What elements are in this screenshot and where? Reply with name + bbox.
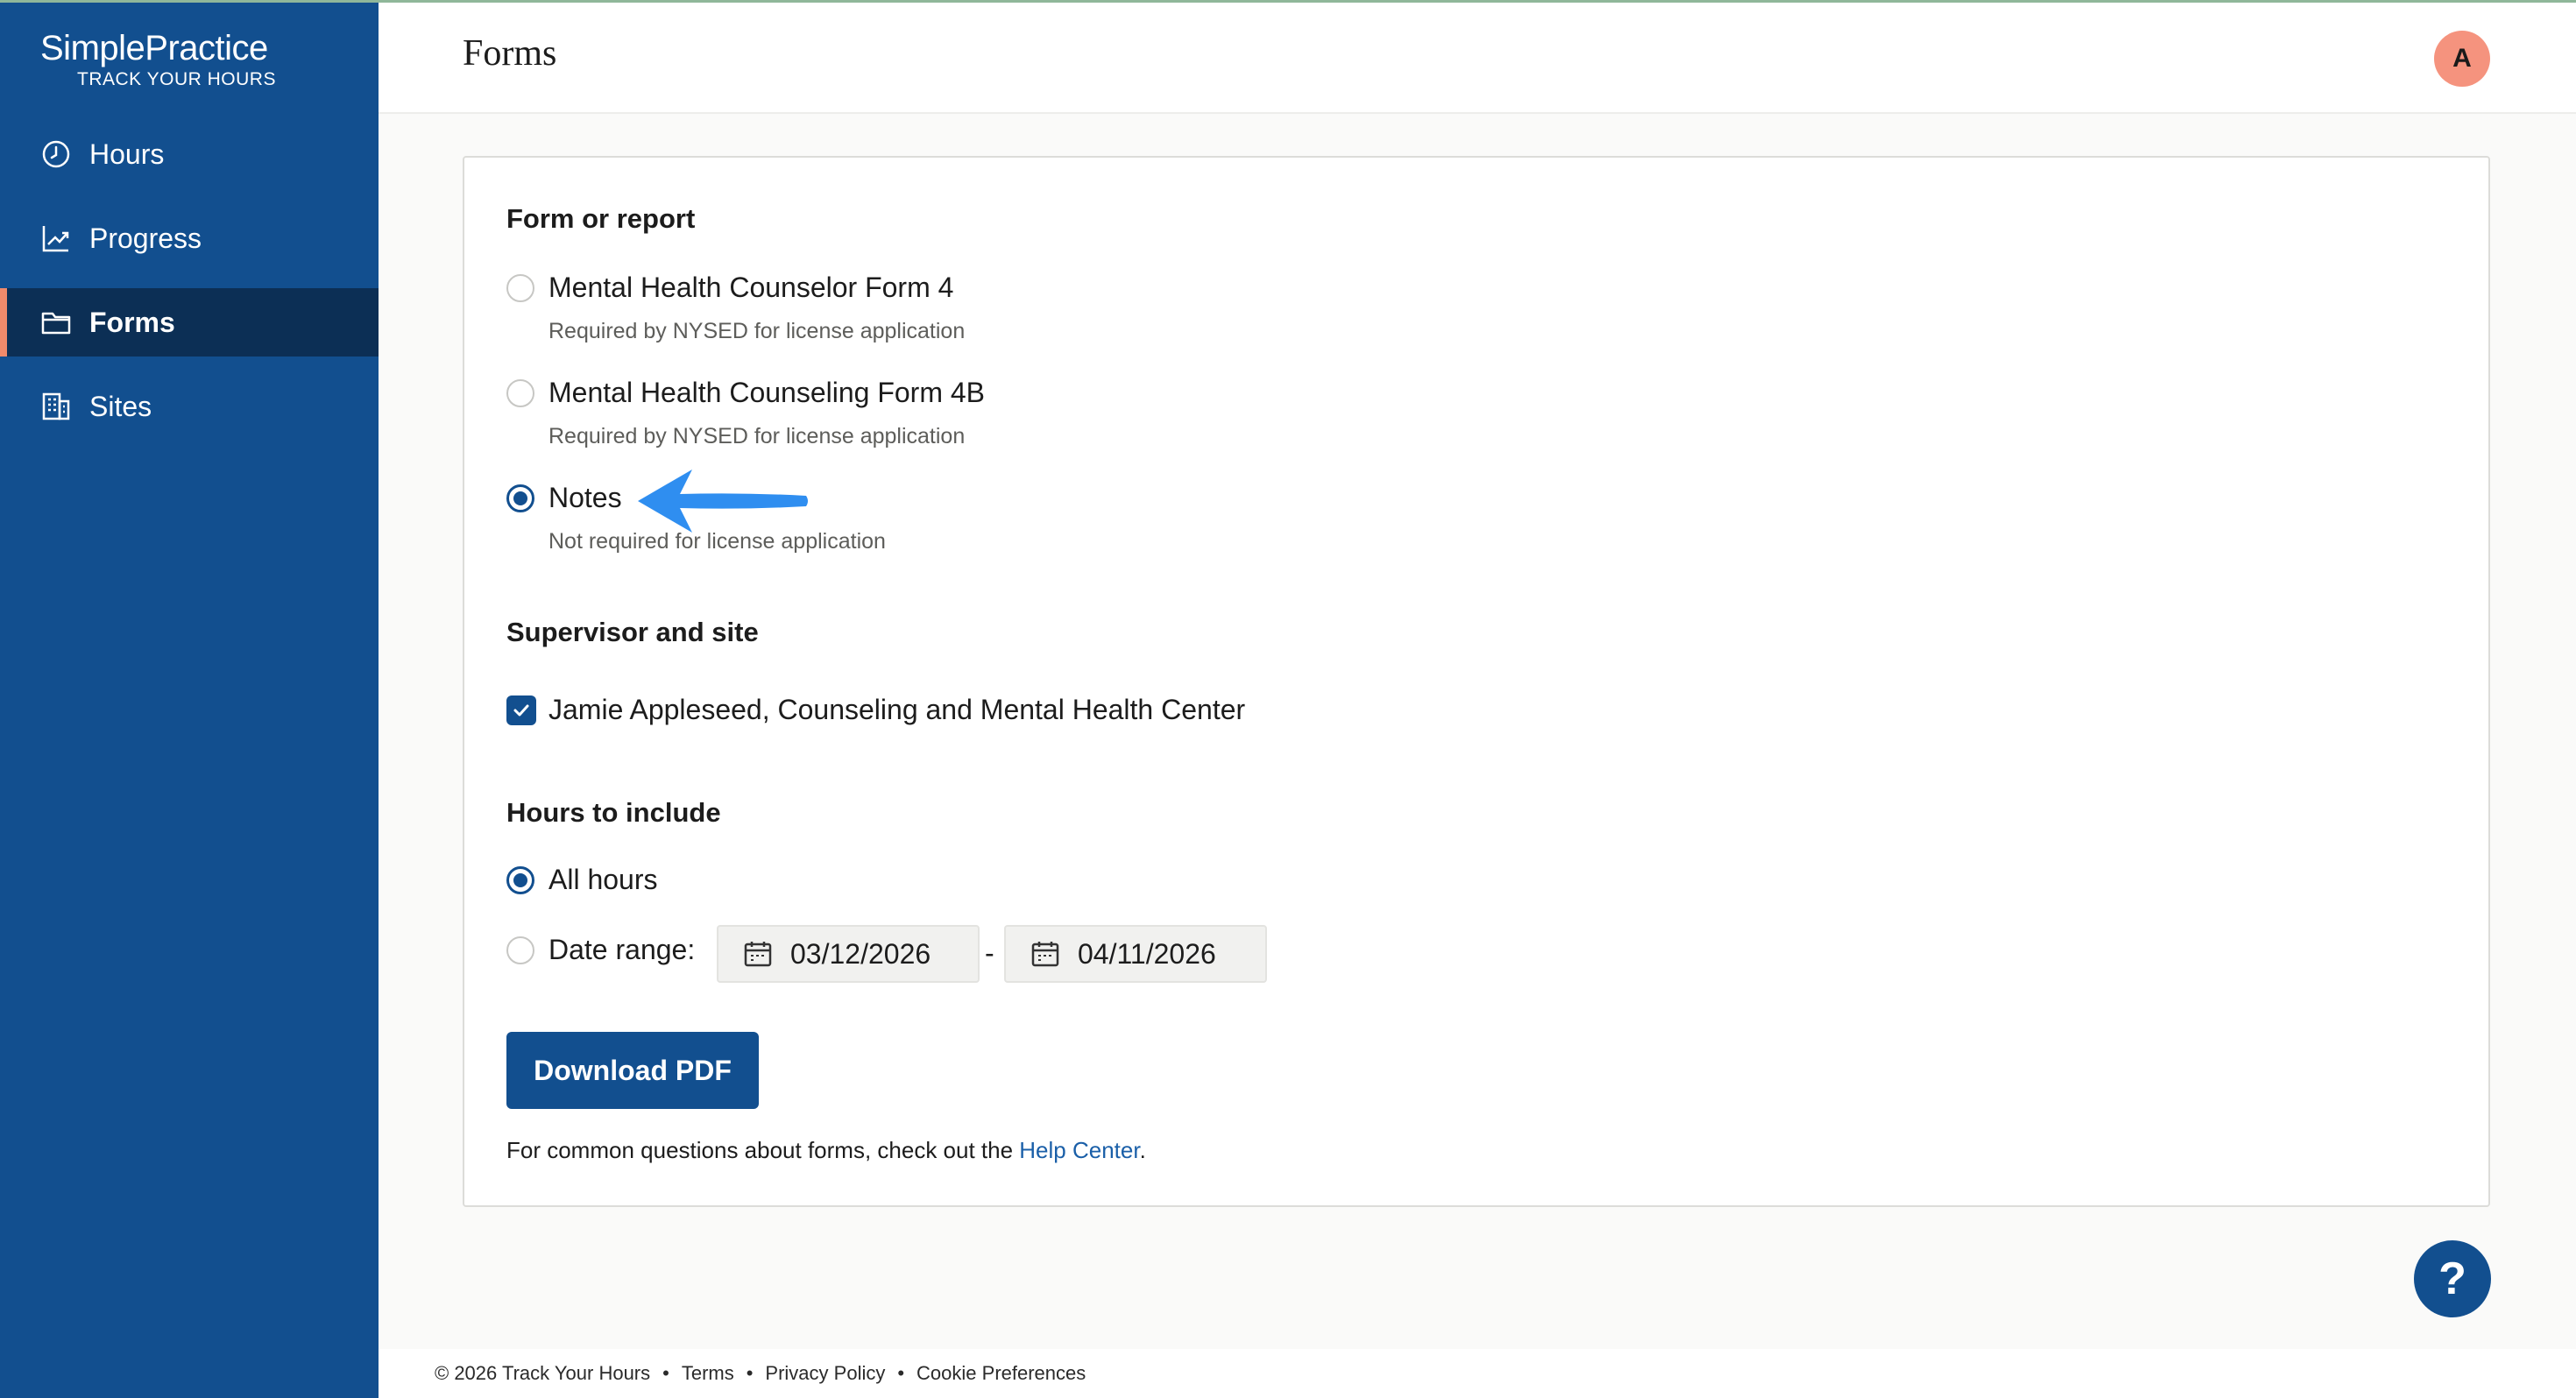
footer-separator: • (746, 1362, 754, 1384)
avatar[interactable]: A (2434, 31, 2490, 87)
supervisor-label: Jamie Appleseed, Counseling and Mental H… (548, 694, 1246, 725)
start-date-input[interactable]: 03/12/2026 (717, 925, 980, 983)
sidebar-item-forms[interactable]: Forms (0, 288, 379, 357)
option-counseling-form-4b[interactable]: Mental Health Counseling Form 4B (506, 377, 985, 409)
clock-icon (40, 138, 72, 170)
option-description: Required by NYSED for license applicatio… (548, 319, 966, 343)
sidebar-item-label: Hours (89, 138, 165, 170)
radio-button[interactable] (506, 936, 534, 964)
calendar-icon (743, 939, 773, 969)
brand-logo[interactable]: SimplePractice TRACK YOUR HOURS (40, 29, 276, 90)
radio-button-selected[interactable] (506, 865, 534, 894)
page-header: Forms A (379, 3, 2576, 114)
footer: © 2026 Track Your Hours • Terms • Privac… (379, 1349, 2576, 1398)
option-label: Notes (548, 482, 622, 513)
sidebar: SimplePractice TRACK YOUR HOURS Hours Pr… (0, 3, 379, 1398)
sidebar-item-hours[interactable]: Hours (0, 120, 379, 188)
brand-tagline: TRACK YOUR HOURS (77, 69, 276, 89)
page-title: Forms (463, 33, 557, 74)
sidebar-item-progress[interactable]: Progress (0, 204, 379, 272)
footer-separator: • (897, 1362, 905, 1384)
help-text: For common questions about forms, check … (506, 1137, 1146, 1163)
sidebar-item-label: Progress (89, 222, 202, 254)
checkbox-checked[interactable] (506, 695, 536, 725)
option-label: Mental Health Counselor Form 4 (548, 272, 954, 303)
folder-icon (40, 307, 72, 338)
end-date-value: 04/11/2026 (1078, 937, 1216, 970)
footer-link-terms[interactable]: Terms (682, 1362, 734, 1385)
option-notes[interactable]: Notes (506, 482, 622, 514)
option-all-hours[interactable]: All hours (506, 864, 658, 896)
supervisor-checkbox-row[interactable]: Jamie Appleseed, Counseling and Mental H… (506, 694, 1245, 726)
start-date-value: 03/12/2026 (790, 937, 931, 970)
sidebar-nav: Hours Progress Forms Sites (0, 120, 379, 456)
footer-copyright: © 2026 Track Your Hours (435, 1362, 651, 1384)
option-label: All hours (548, 864, 658, 895)
option-label: Mental Health Counseling Form 4B (548, 377, 986, 408)
section-title-supervisor-site: Supervisor and site (506, 617, 759, 647)
sidebar-item-sites[interactable]: Sites (0, 372, 379, 441)
date-separator: - (985, 937, 994, 969)
radio-button[interactable] (506, 378, 534, 407)
building-icon (40, 391, 72, 422)
brand-name: SimplePractice (40, 29, 268, 67)
radio-button[interactable] (506, 273, 534, 302)
annotation-arrow-icon (638, 470, 808, 533)
footer-link-cookies[interactable]: Cookie Preferences (916, 1362, 1086, 1385)
footer-separator: • (662, 1362, 669, 1384)
download-pdf-button[interactable]: Download PDF (506, 1032, 759, 1109)
option-label: Date range: (548, 934, 696, 965)
option-description: Required by NYSED for license applicatio… (548, 424, 966, 448)
forms-card: Form or report Mental Health Counselor F… (463, 156, 2490, 1207)
check-icon (513, 704, 529, 716)
chart-line-icon (40, 222, 72, 254)
end-date-input[interactable]: 04/11/2026 (1004, 925, 1267, 983)
radio-button-selected[interactable] (506, 484, 534, 512)
help-center-link[interactable]: Help Center (1019, 1137, 1139, 1163)
option-date-range[interactable]: Date range: (506, 934, 695, 966)
sidebar-item-label: Sites (89, 390, 152, 422)
section-title-hours: Hours to include (506, 797, 721, 828)
help-button[interactable]: ? (2414, 1240, 2491, 1317)
calendar-icon (1030, 939, 1060, 969)
option-counselor-form-4[interactable]: Mental Health Counselor Form 4 (506, 272, 953, 304)
section-title-form-or-report: Form or report (506, 203, 696, 234)
footer-link-privacy[interactable]: Privacy Policy (765, 1362, 885, 1385)
sidebar-item-label: Forms (89, 306, 175, 338)
